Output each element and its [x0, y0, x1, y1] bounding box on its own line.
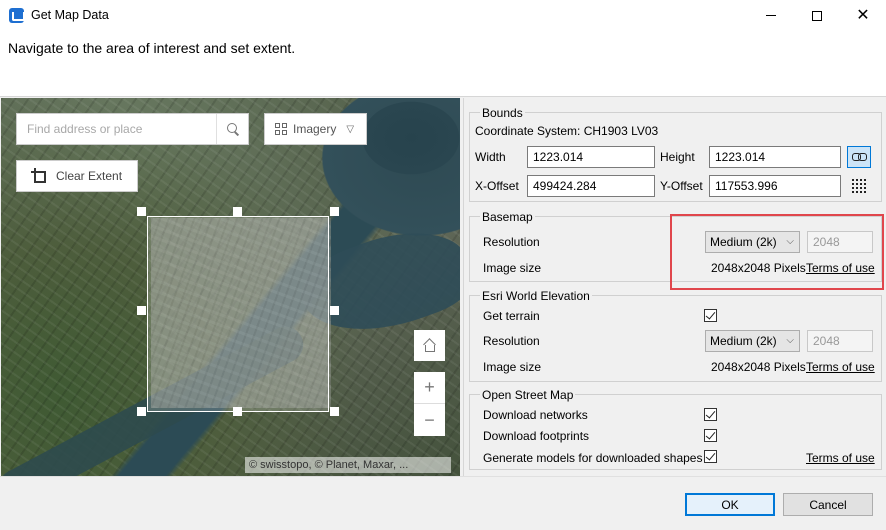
osm-group: Open Street Map Download networks Downlo… — [469, 388, 882, 470]
generate-models-label: Generate models for downloaded shapes — [483, 451, 703, 465]
minimize-icon — [766, 15, 776, 16]
download-footprints-label: Download footprints — [483, 429, 590, 443]
coordinate-system-label: Coordinate System: CH1903 LV03 — [475, 124, 659, 138]
map-attribution: © swisstopo, © Planet, Maxar, ... — [245, 457, 451, 473]
bounds-group: Bounds Coordinate System: CH1903 LV03 Wi… — [469, 106, 882, 202]
height-label: Height — [660, 150, 695, 164]
app-icon — [9, 8, 25, 23]
search-icon — [226, 123, 239, 135]
zoom-out-button[interactable]: − — [414, 404, 445, 436]
header-band: Navigate to the area of interest and set… — [0, 31, 886, 97]
home-icon — [424, 340, 436, 352]
link-icon — [852, 153, 867, 161]
maximize-button[interactable] — [794, 0, 840, 31]
elevation-resolution-label: Resolution — [483, 334, 540, 348]
basemap-toggle-label: Imagery — [293, 122, 337, 136]
elevation-legend: Esri World Elevation — [480, 289, 592, 303]
x-offset-field[interactable]: 499424.284 — [527, 175, 655, 197]
elevation-image-size-label: Image size — [483, 360, 542, 374]
download-footprints-checkbox[interactable] — [704, 429, 717, 442]
elevation-resolution-value: Medium (2k) — [710, 334, 777, 348]
basemap-resolution-label: Resolution — [483, 235, 540, 249]
download-networks-checkbox[interactable] — [704, 408, 717, 421]
maximize-icon — [812, 10, 822, 21]
generate-models-checkbox[interactable] — [704, 450, 717, 463]
search-input[interactable] — [17, 114, 216, 144]
map-view[interactable]: Imagery ▽ Clear Extent + − © swisstopo, … — [1, 98, 460, 476]
bounds-legend: Bounds — [480, 106, 525, 120]
height-field[interactable]: 1223.014 — [709, 146, 841, 168]
y-offset-label: Y-Offset — [660, 179, 703, 193]
osm-terms-link[interactable]: Terms of use — [806, 451, 875, 465]
osm-legend: Open Street Map — [480, 388, 576, 402]
elevation-terms-link[interactable]: Terms of use — [806, 360, 875, 374]
home-button[interactable] — [414, 330, 445, 361]
minimize-button[interactable] — [748, 0, 794, 31]
window-title: Get Map Data — [31, 8, 109, 22]
search-button[interactable] — [216, 114, 248, 144]
extent-handle-top[interactable] — [233, 207, 242, 216]
extent-handle-bottom-left[interactable] — [137, 407, 146, 416]
close-icon: ✕ — [856, 6, 870, 24]
clear-extent-label: Clear Extent — [56, 169, 123, 183]
elevation-group: Esri World Elevation Get terrain Resolut… — [469, 289, 882, 382]
download-networks-label: Download networks — [483, 408, 588, 422]
elevation-resolution-select[interactable]: Medium (2k) ⌵ — [705, 330, 800, 352]
close-button[interactable]: ✕ — [840, 0, 886, 31]
elevation-image-size-value: 2048x2048 Pixels — [711, 360, 806, 374]
highlight-box — [670, 214, 884, 290]
elevation-pixels-field: 2048 — [807, 330, 873, 352]
extent-handle-top-right[interactable] — [330, 207, 339, 216]
width-field[interactable]: 1223.014 — [527, 146, 655, 168]
search-box — [16, 113, 249, 145]
zoom-controls: + − — [414, 372, 445, 436]
x-offset-label: X-Offset — [475, 179, 519, 193]
grid-snap-button[interactable] — [847, 175, 871, 197]
extent-handle-top-left[interactable] — [137, 207, 146, 216]
chevron-down-icon: ▽ — [346, 123, 355, 135]
extent-handle-left[interactable] — [137, 306, 146, 315]
lock-aspect-button[interactable] — [847, 146, 871, 168]
title-bar: Get Map Data ✕ — [0, 0, 886, 31]
extent-handle-bottom[interactable] — [233, 407, 242, 416]
instruction-text: Navigate to the area of interest and set… — [8, 40, 296, 56]
extent-handle-bottom-right[interactable] — [330, 407, 339, 416]
width-label: Width — [475, 150, 506, 164]
basemap-gallery-icon — [275, 123, 287, 135]
grid-dots-icon — [852, 179, 866, 193]
basemap-legend: Basemap — [480, 210, 535, 224]
basemap-image-size-label: Image size — [483, 261, 542, 275]
basemap-toggle-button[interactable]: Imagery ▽ — [264, 113, 367, 145]
clear-extent-button[interactable]: Clear Extent — [16, 160, 138, 192]
ok-button[interactable]: OK — [685, 493, 775, 516]
zoom-in-button[interactable]: + — [414, 372, 445, 404]
y-offset-field[interactable]: 117553.996 — [709, 175, 841, 197]
cancel-button[interactable]: Cancel — [783, 493, 873, 516]
get-terrain-checkbox[interactable] — [704, 309, 717, 322]
dialog-footer: OK Cancel — [0, 476, 886, 530]
chevron-down-icon: ⌵ — [786, 335, 794, 346]
extent-handle-right[interactable] — [330, 306, 339, 315]
get-terrain-label: Get terrain — [483, 309, 540, 323]
crop-icon — [31, 168, 47, 184]
extent-rectangle[interactable] — [147, 216, 329, 412]
